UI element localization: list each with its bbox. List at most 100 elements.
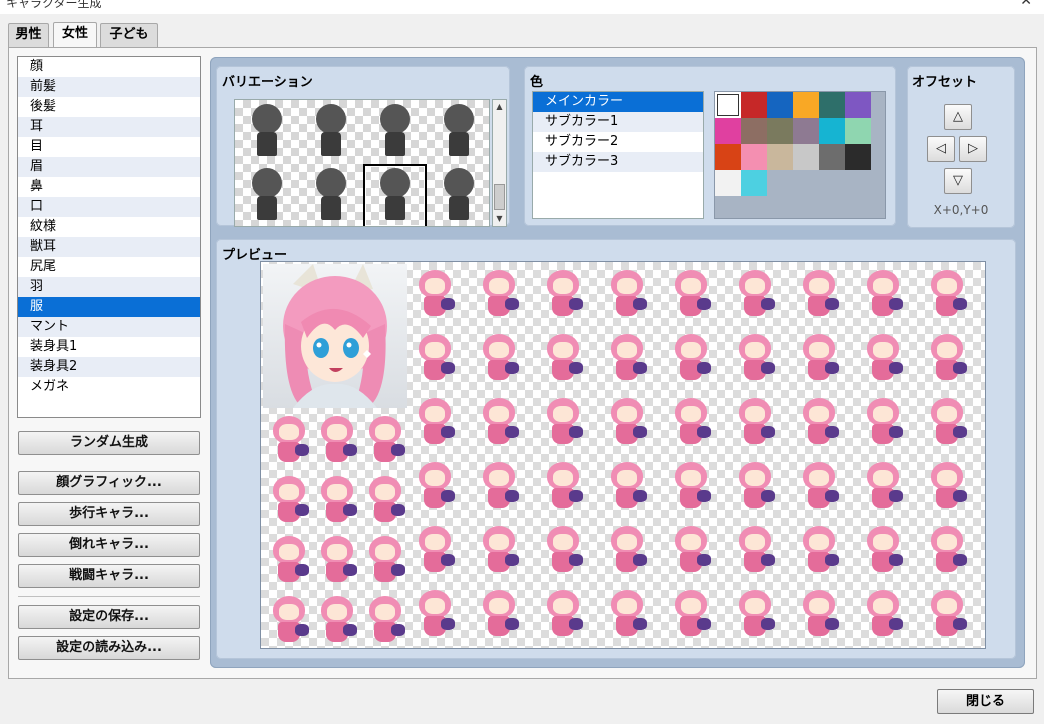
parts-list-item[interactable]: 眉 xyxy=(18,157,200,177)
parts-list-item[interactable]: 獣耳 xyxy=(18,237,200,257)
offset-right-button[interactable]: ▷ xyxy=(959,136,987,162)
variation-grid[interactable] xyxy=(234,99,490,227)
scroll-down-icon[interactable]: ▼ xyxy=(493,212,506,226)
battle-character-button[interactable]: 戦闘キャラ... xyxy=(18,564,200,588)
color-target-item[interactable]: サブカラー1 xyxy=(533,112,703,132)
color-swatch[interactable] xyxy=(741,170,767,196)
color-swatch[interactable] xyxy=(819,118,845,144)
parts-list-item[interactable]: 装身具2 xyxy=(18,357,200,377)
close-button[interactable]: 閉じる xyxy=(937,689,1034,714)
character-sprite xyxy=(411,584,459,640)
parts-list-item[interactable]: 顔 xyxy=(18,57,200,77)
variation-cell[interactable] xyxy=(427,100,489,164)
color-swatch[interactable] xyxy=(819,144,845,170)
sprite-face xyxy=(279,544,299,560)
color-target-list[interactable]: メインカラー サブカラー1 サブカラー2 サブカラー3 xyxy=(532,91,704,219)
sprite-pet xyxy=(953,618,967,630)
character-sprite xyxy=(361,530,409,586)
character-sprite xyxy=(475,328,523,384)
color-swatch[interactable] xyxy=(715,92,741,118)
walk-character-button[interactable]: 歩行キャラ... xyxy=(18,502,200,526)
window-title: キャラクター生成 xyxy=(6,0,102,10)
sprite-face xyxy=(375,484,395,500)
color-swatch[interactable] xyxy=(793,118,819,144)
sprite-pet xyxy=(505,554,519,566)
color-swatch[interactable] xyxy=(715,170,741,196)
offset-left-button[interactable]: ◁ xyxy=(927,136,955,162)
tab-female[interactable]: 女性 xyxy=(53,22,97,48)
head-silhouette-icon xyxy=(316,168,346,198)
color-swatch[interactable] xyxy=(793,144,819,170)
parts-list-item[interactable]: 後髪 xyxy=(18,97,200,117)
parts-list-item[interactable]: 耳 xyxy=(18,117,200,137)
character-sprite xyxy=(923,584,971,640)
color-swatch[interactable] xyxy=(793,92,819,118)
color-swatch[interactable] xyxy=(767,144,793,170)
color-target-item[interactable]: サブカラー2 xyxy=(533,132,703,152)
color-palette[interactable] xyxy=(714,91,886,219)
sprite-pet xyxy=(391,504,405,516)
character-sprite xyxy=(475,264,523,320)
offset-down-button[interactable]: ▽ xyxy=(944,168,972,194)
color-swatch[interactable] xyxy=(845,144,871,170)
parts-list-item[interactable]: 羽 xyxy=(18,277,200,297)
variation-cell[interactable] xyxy=(235,164,299,226)
parts-list-item[interactable]: 装身具1 xyxy=(18,337,200,357)
sprite-face xyxy=(745,278,765,294)
face-graphic-button[interactable]: 顔グラフィック... xyxy=(18,471,200,495)
variation-cell[interactable] xyxy=(363,164,427,226)
sprite-pet xyxy=(761,554,775,566)
color-target-item[interactable]: メインカラー xyxy=(533,92,703,112)
color-swatch[interactable] xyxy=(715,118,741,144)
variation-cell[interactable] xyxy=(299,164,363,226)
variation-cell[interactable] xyxy=(299,100,363,164)
color-swatch[interactable] xyxy=(767,92,793,118)
color-swatch[interactable] xyxy=(741,92,767,118)
tab-male[interactable]: 男性 xyxy=(8,23,49,47)
parts-list-item[interactable]: 目 xyxy=(18,137,200,157)
sprite-face xyxy=(489,470,509,486)
color-swatch[interactable] xyxy=(767,118,793,144)
parts-list[interactable]: 顔前髪 後髪耳目眉鼻口紋様 獣耳 尻尾羽服マント 装身具1 装身具2 メガネ xyxy=(17,56,201,418)
scroll-thumb[interactable] xyxy=(494,184,505,210)
variation-cell[interactable] xyxy=(427,164,489,226)
damage-character-button[interactable]: 倒れキャラ... xyxy=(18,533,200,557)
save-settings-button[interactable]: 設定の保存... xyxy=(18,605,200,629)
color-swatch[interactable] xyxy=(819,92,845,118)
variation-cell[interactable] xyxy=(363,100,427,164)
tab-child[interactable]: 子ども xyxy=(100,23,158,47)
character-sprite xyxy=(731,520,779,576)
scroll-up-icon[interactable]: ▲ xyxy=(493,100,506,114)
parts-list-item[interactable]: マント xyxy=(18,317,200,337)
parts-list-item[interactable]: メガネ xyxy=(18,377,200,397)
character-sprite xyxy=(313,590,361,646)
parts-list-item[interactable]: 鼻 xyxy=(18,177,200,197)
parts-list-item[interactable]: 服 xyxy=(18,297,200,317)
color-swatch[interactable] xyxy=(741,118,767,144)
sprite-face xyxy=(617,534,637,550)
parts-list-item[interactable]: 口 xyxy=(18,197,200,217)
load-settings-button[interactable]: 設定の読み込み... xyxy=(18,636,200,660)
offset-readout: X+0,Y+0 xyxy=(933,203,989,217)
sprite-face xyxy=(873,598,893,614)
character-sprite xyxy=(731,264,779,320)
color-swatch[interactable] xyxy=(741,144,767,170)
parts-list-item[interactable]: 尻尾 xyxy=(18,257,200,277)
color-swatch[interactable] xyxy=(715,144,741,170)
parts-list-item[interactable]: 紋様 xyxy=(18,217,200,237)
character-sprite xyxy=(411,392,459,448)
sprite-face xyxy=(809,470,829,486)
color-target-item[interactable]: サブカラー3 xyxy=(533,152,703,172)
variation-cell[interactable] xyxy=(235,100,299,164)
window-close-icon[interactable]: ✕ xyxy=(1020,0,1032,9)
head-silhouette-icon xyxy=(444,104,474,134)
sprite-face xyxy=(873,342,893,358)
character-sprite xyxy=(795,520,843,576)
random-generate-button[interactable]: ランダム生成 xyxy=(18,431,200,455)
parts-list-item[interactable]: 前髪 xyxy=(18,77,200,97)
offset-up-button[interactable]: △ xyxy=(944,104,972,130)
color-swatch[interactable] xyxy=(845,118,871,144)
sprite-pet xyxy=(343,624,357,636)
variation-scrollbar[interactable]: ▲ ▼ xyxy=(492,99,507,227)
color-swatch[interactable] xyxy=(845,92,871,118)
